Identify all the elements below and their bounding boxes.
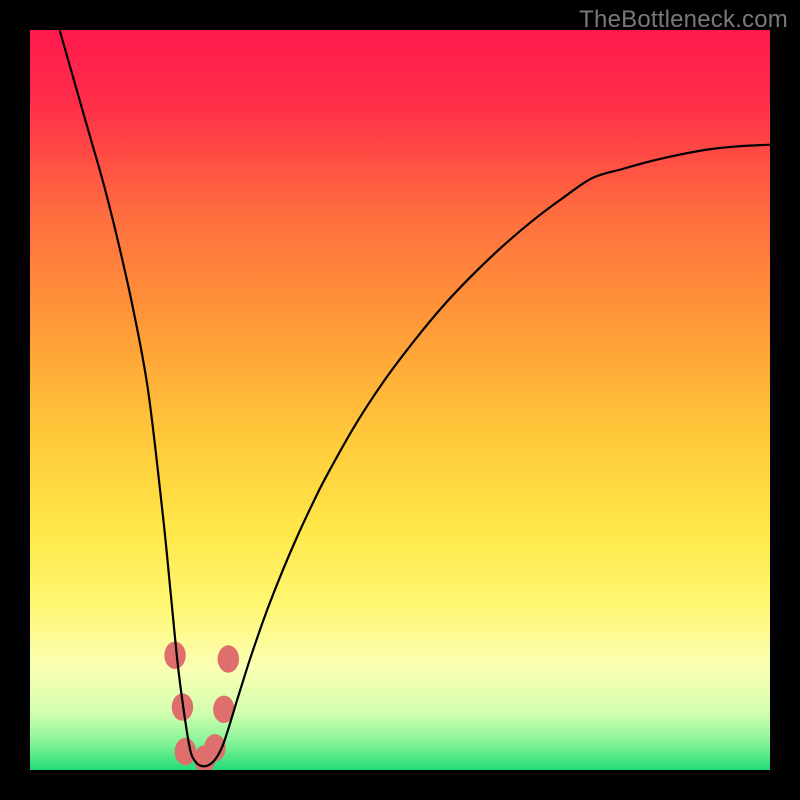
chart-svg: [30, 30, 770, 770]
plot-area: [30, 30, 770, 770]
data-marker: [175, 738, 196, 765]
chart-stage: TheBottleneck.com: [0, 0, 800, 800]
data-marker: [218, 645, 239, 672]
markers-group: [164, 642, 239, 770]
watermark-text: TheBottleneck.com: [579, 6, 788, 34]
